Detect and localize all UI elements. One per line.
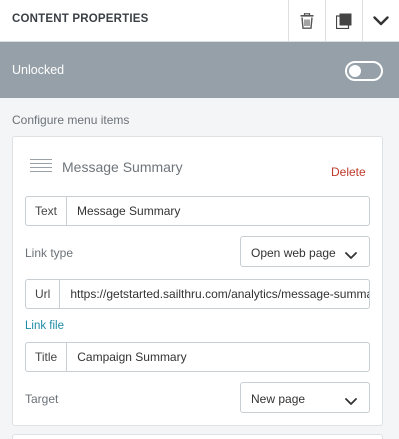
section-label: Configure menu items bbox=[12, 113, 130, 127]
drag-handle-icon[interactable] bbox=[30, 159, 52, 173]
chevron-down-icon bbox=[345, 247, 357, 265]
chevron-down-icon bbox=[345, 393, 357, 411]
collapse-button[interactable] bbox=[362, 0, 399, 41]
panel-title: CONTENT PROPERTIES bbox=[12, 13, 149, 25]
duplicate-block-button[interactable] bbox=[325, 0, 362, 41]
chevron-down-icon bbox=[373, 15, 389, 26]
link-type-label: Link type bbox=[25, 246, 74, 260]
title-input[interactable]: Campaign Summary bbox=[67, 343, 369, 371]
target-select[interactable]: New page bbox=[240, 382, 370, 413]
lock-toggle[interactable] bbox=[345, 61, 383, 81]
url-input[interactable]: https://getstarted.sailthru.com/analytic… bbox=[60, 280, 369, 308]
text-field-label: Text bbox=[26, 197, 68, 225]
url-field: Url https://getstarted.sailthru.com/anal… bbox=[25, 279, 370, 309]
link-type-value: Open web page bbox=[251, 246, 336, 260]
target-label: Target bbox=[25, 392, 59, 406]
lock-status-label: Unlocked bbox=[12, 63, 65, 77]
url-field-label: Url bbox=[26, 280, 61, 308]
copy-icon bbox=[336, 13, 352, 29]
panel-header: CONTENT PROPERTIES bbox=[0, 0, 399, 42]
delete-block-button[interactable] bbox=[288, 0, 325, 41]
menu-item-card: Message Summary Delete Text Message Summ… bbox=[12, 136, 383, 426]
text-field: Text Message Summary bbox=[25, 196, 370, 226]
link-file-link[interactable]: Link file bbox=[25, 320, 64, 332]
text-input[interactable]: Message Summary bbox=[67, 197, 369, 225]
next-menu-item-card bbox=[12, 434, 383, 439]
title-field: Title Campaign Summary bbox=[25, 342, 370, 372]
trash-icon bbox=[300, 12, 314, 29]
lock-bar: Unlocked bbox=[0, 42, 399, 98]
title-field-label: Title bbox=[26, 343, 68, 371]
menu-item-title: Message Summary bbox=[62, 159, 183, 175]
link-type-select[interactable]: Open web page bbox=[240, 236, 370, 267]
toggle-knob bbox=[349, 65, 361, 77]
delete-item-link[interactable]: Delete bbox=[331, 165, 366, 179]
target-value: New page bbox=[251, 392, 306, 406]
